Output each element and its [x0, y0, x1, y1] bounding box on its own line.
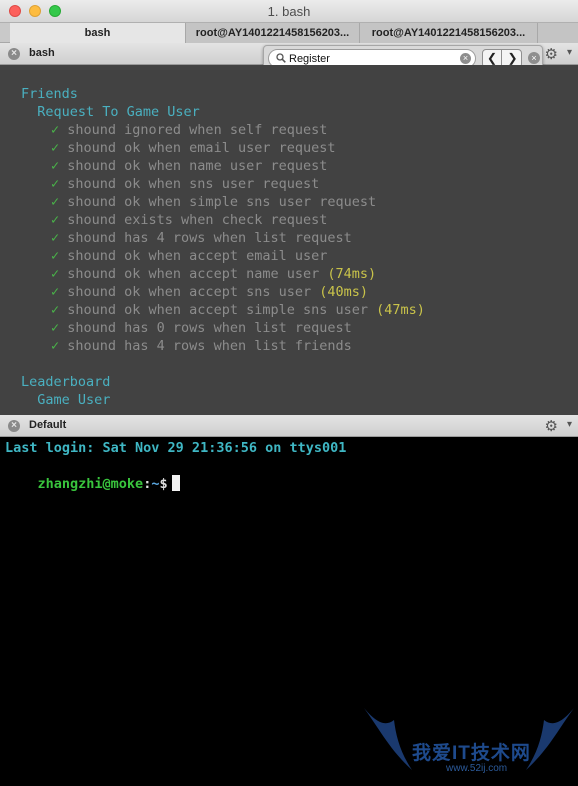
- bottom-pane-header: × Default ⚙ ▾: [0, 415, 578, 437]
- test-description: shound ok when name user request: [67, 158, 328, 174]
- test-description: shound has 0 rows when list request: [67, 320, 352, 336]
- test-result-line: ✓ shound ok when simple sns user request: [51, 193, 376, 211]
- test-suite-heading: Game User: [37, 391, 110, 409]
- test-duration: (47ms): [368, 302, 425, 318]
- check-icon: ✓: [51, 230, 68, 246]
- close-icon[interactable]: ×: [8, 48, 20, 60]
- test-description: shound ok when email user request: [67, 140, 336, 156]
- tab-root-2[interactable]: root@AY1401221458156203...: [360, 23, 538, 43]
- test-result-line: ✓ shound has 4 rows when list request: [51, 229, 352, 247]
- check-icon: ✓: [51, 158, 68, 174]
- test-result-line: ✓ shound ok when accept email user: [51, 247, 327, 265]
- last-login-line: Last login: Sat Nov 29 21:36:56 on ttys0…: [5, 440, 347, 456]
- test-suite-heading: Leaderboard: [21, 373, 110, 391]
- prompt-sign: $: [159, 476, 168, 492]
- test-output-pane[interactable]: Friends Request To Game User ✓ shound igno…: [0, 65, 578, 415]
- test-suite-heading: Request To Game User: [37, 103, 200, 121]
- top-pane-label: bash: [29, 47, 55, 59]
- test-result-line: ✓ shound ok when accept simple sns user …: [51, 301, 425, 319]
- suite-title: Game User: [37, 392, 111, 408]
- watermark-logo: 我爱IT技术网 www.52ij.com: [360, 700, 578, 786]
- test-result-line: ✓ shound ok when accept sns user (40ms): [51, 283, 368, 301]
- search-input[interactable]: [289, 51, 453, 66]
- test-description: shound ok when accept sns user: [67, 284, 312, 300]
- prompt-user-host: zhangzhi@moke: [37, 476, 144, 492]
- test-result-line: ✓ shound has 0 rows when list request: [51, 319, 352, 337]
- test-suite-heading: Friends: [21, 85, 78, 103]
- test-result-line: ✓ shound ok when accept name user (74ms): [51, 265, 376, 283]
- test-description: shound exists when check request: [67, 212, 328, 228]
- check-icon: ✓: [51, 302, 68, 318]
- check-icon: ✓: [51, 122, 68, 138]
- gear-icon[interactable]: ⚙: [545, 45, 558, 63]
- test-result-line: ✓ shound ignored when self request: [51, 121, 327, 139]
- test-description: shound ok when accept simple sns user: [67, 302, 368, 318]
- test-result-line: ✓ shound exists when check request: [51, 211, 327, 229]
- test-description: shound ok when accept email user: [67, 248, 328, 264]
- watermark-url: www.52ij.com: [446, 763, 508, 774]
- check-icon: ✓: [51, 320, 68, 336]
- search-icon: [276, 53, 286, 63]
- tab-bar-empty: [538, 23, 578, 43]
- window-titlebar: 1. bash: [0, 0, 578, 23]
- tab-bash[interactable]: bash: [10, 23, 186, 43]
- test-description: shound ok when simple sns user request: [67, 194, 377, 210]
- chevron-down-icon[interactable]: ▾: [567, 47, 572, 58]
- test-description: shound ok when sns user request: [67, 176, 320, 192]
- check-icon: ✓: [51, 212, 68, 228]
- test-description: shound ok when accept name user: [67, 266, 320, 282]
- check-icon: ✓: [51, 284, 68, 300]
- test-duration: (40ms): [311, 284, 369, 300]
- test-description: shound has 4 rows when list friends: [67, 338, 352, 354]
- gear-icon[interactable]: ⚙: [545, 417, 558, 435]
- prompt-line[interactable]: zhangzhi@moke:~$: [5, 457, 180, 492]
- close-find-bar-icon[interactable]: ×: [528, 52, 540, 64]
- check-icon: ✓: [51, 140, 68, 156]
- test-result-line: ✓ shound ok when email user request: [51, 139, 335, 157]
- check-icon: ✓: [51, 338, 68, 354]
- watermark-text: 我爱IT技术网: [412, 743, 531, 764]
- suite-title: Leaderboard: [21, 374, 111, 390]
- check-icon: ✓: [51, 248, 68, 264]
- test-result-line: ✓ shound ok when name user request: [51, 157, 327, 175]
- check-icon: ✓: [51, 176, 68, 192]
- window-title: 1. bash: [267, 4, 311, 19]
- test-result-line: ✓ shound ok when sns user request: [51, 175, 319, 193]
- text-cursor: [171, 475, 180, 491]
- test-result-line: ✓ shound has 4 rows when list friends: [51, 337, 352, 355]
- test-description: shound ignored when self request: [67, 122, 328, 138]
- close-icon[interactable]: ×: [8, 420, 20, 432]
- chevron-down-icon[interactable]: ▾: [567, 419, 572, 430]
- check-icon: ✓: [51, 266, 68, 282]
- tab-root-1[interactable]: root@AY1401221458156203...: [186, 23, 360, 43]
- bottom-pane-label: Default: [29, 419, 67, 431]
- test-duration: (74ms): [319, 266, 377, 282]
- clear-search-icon[interactable]: ×: [460, 53, 471, 64]
- suite-title: Request To Game User: [37, 104, 200, 120]
- suite-title: Friends: [21, 86, 78, 102]
- test-description: shound has 4 rows when list request: [67, 230, 352, 246]
- tab-bar: bash root@AY1401221458156203... root@AY1…: [0, 23, 578, 43]
- check-icon: ✓: [51, 194, 68, 210]
